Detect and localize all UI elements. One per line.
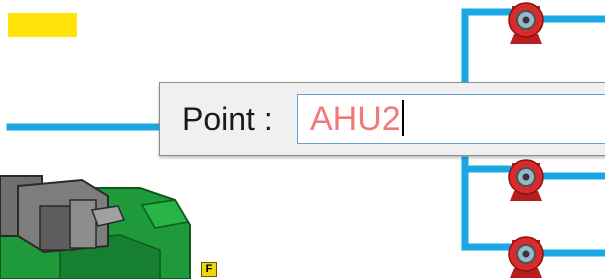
fan-status-marker[interactable]: F (201, 262, 217, 277)
fan-icon[interactable] (508, 2, 544, 44)
point-input[interactable]: AHU2 (297, 94, 605, 144)
point-entry-dialog: Point : AHU2 (159, 82, 605, 156)
fan-icon[interactable] (508, 159, 544, 201)
text-caret (401, 100, 404, 136)
point-label: Point : (182, 101, 273, 137)
fan-icon[interactable] (508, 236, 544, 278)
point-input-value: AHU2 (310, 100, 401, 138)
yellow-indicator (8, 13, 77, 37)
ahu-equipment-icon[interactable] (0, 175, 191, 279)
